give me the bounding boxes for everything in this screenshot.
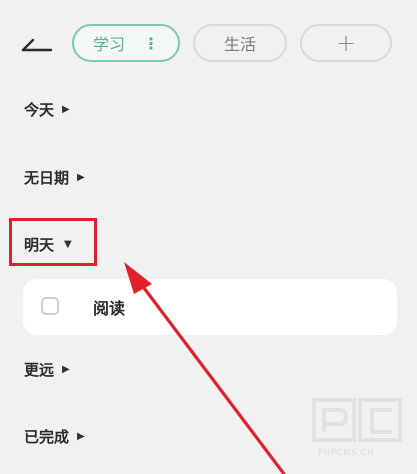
tab-study[interactable]: 学习 ⋮ [72, 24, 180, 62]
caret-right-icon: ▶ [77, 172, 85, 183]
collapse-icon[interactable] [20, 28, 54, 58]
section-label: 已完成 [24, 428, 70, 446]
more-options-icon[interactable]: ⋮ [143, 34, 159, 53]
task-title: 阅读 [93, 299, 126, 318]
watermark-text: PHPCMS.CN [318, 448, 375, 457]
plus-icon: + [335, 29, 357, 57]
task-checkbox[interactable] [41, 297, 59, 315]
watermark-logo [312, 398, 402, 442]
tab-study-label: 学习 [92, 35, 125, 54]
annotation-highlight-box [9, 218, 97, 266]
tab-life-label: 生活 [223, 35, 256, 54]
top-bar: 学习 ⋮ 生活 + [0, 0, 417, 88]
caret-right-icon: ▶ [62, 364, 70, 375]
tab-life[interactable]: 生活 [193, 24, 287, 62]
caret-right-icon: ▶ [62, 104, 70, 115]
task-card[interactable]: 阅读 [23, 279, 397, 335]
section-later[interactable]: 更远 ▶ [24, 359, 70, 380]
caret-right-icon: ▶ [77, 431, 85, 442]
section-today[interactable]: 今天 ▶ [24, 99, 70, 120]
section-label: 今天 [24, 101, 55, 119]
section-label: 更远 [24, 361, 55, 379]
section-no-date[interactable]: 无日期 ▶ [24, 167, 85, 188]
add-tab-button[interactable]: + [300, 24, 392, 62]
section-label: 无日期 [24, 169, 70, 187]
section-completed[interactable]: 已完成 ▶ [24, 426, 85, 447]
